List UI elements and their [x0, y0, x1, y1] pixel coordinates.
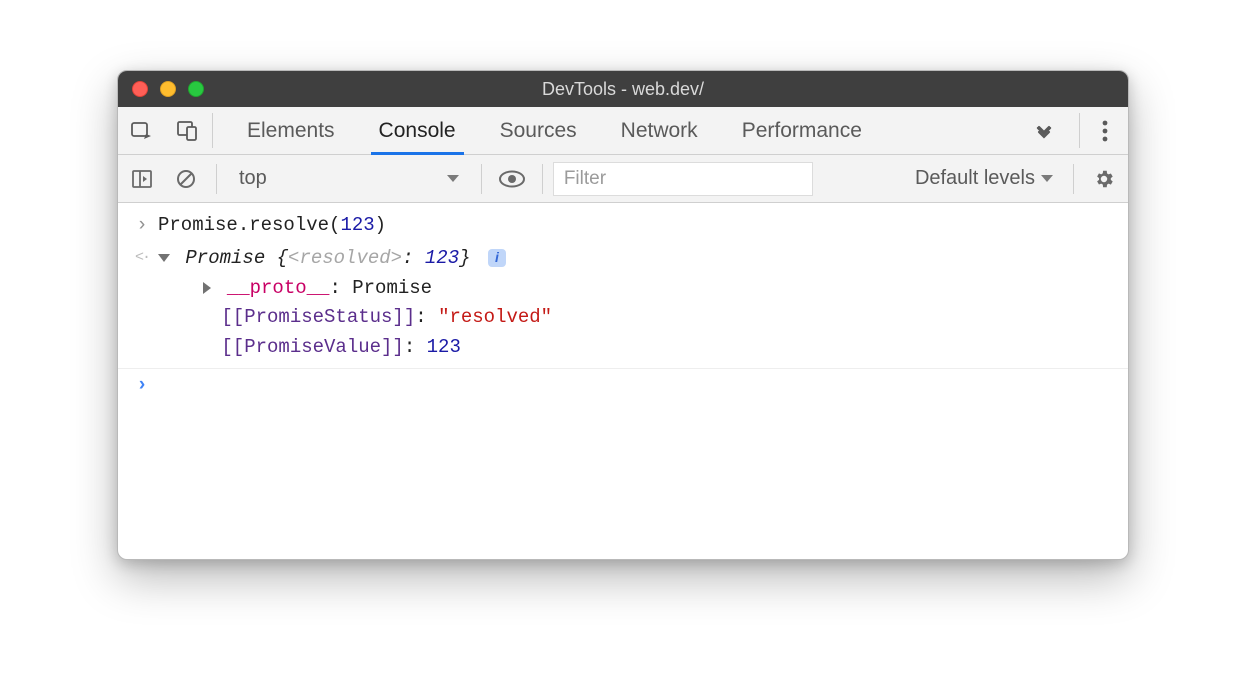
code-token: Promise.resolve	[158, 214, 329, 236]
code-token: [[PromiseStatus]]	[221, 306, 415, 328]
code-token: :	[329, 277, 352, 299]
tab-label: Sources	[500, 119, 577, 143]
tab-network[interactable]: Network	[599, 107, 720, 154]
code-token: :	[415, 306, 438, 328]
code-token: <resolved>	[288, 247, 402, 269]
tab-console[interactable]: Console	[357, 107, 478, 154]
clear-console-button[interactable]	[166, 159, 206, 199]
filter-input[interactable]	[553, 162, 813, 196]
prompt-marker-icon: ›	[126, 371, 158, 400]
tab-label: Elements	[247, 119, 335, 143]
info-icon[interactable]: i	[488, 249, 506, 267]
tab-elements[interactable]: Elements	[225, 107, 357, 154]
console-log-area: › Promise.resolve(123) <· Promise {<reso…	[118, 203, 1128, 403]
output-marker-icon: <·	[126, 246, 158, 364]
console-toolbar: top Default levels	[118, 155, 1128, 203]
code-token: :	[402, 247, 425, 269]
console-prompt-row: ›	[118, 369, 1128, 402]
customize-devtools-button[interactable]	[1082, 107, 1128, 154]
separator	[1079, 113, 1080, 148]
window-title: DevTools - web.dev/	[118, 79, 1128, 100]
code-token: Promise	[185, 247, 265, 269]
window-traffic-lights	[118, 81, 204, 97]
tab-performance[interactable]: Performance	[720, 107, 884, 154]
console-settings-button[interactable]	[1084, 159, 1124, 199]
panel-tabstrip: Elements Console Sources Network Perform…	[118, 107, 1128, 155]
expression-text: Promise.resolve(123)	[158, 211, 1118, 240]
console-input-echo: › Promise.resolve(123)	[118, 209, 1128, 242]
toggle-device-toolbar-icon[interactable]	[164, 107, 210, 154]
code-token: :	[404, 336, 427, 358]
separator	[212, 113, 213, 148]
minimize-window-button[interactable]	[160, 81, 176, 97]
code-token: 123	[427, 336, 461, 358]
code-token: __proto__	[227, 277, 330, 299]
devtools-window: DevTools - web.dev/ Elements Console S	[117, 70, 1129, 560]
code-token: [[PromiseValue]]	[221, 336, 403, 358]
tab-sources[interactable]: Sources	[478, 107, 599, 154]
log-levels-selector[interactable]: Default levels	[915, 167, 1063, 190]
zoom-window-button[interactable]	[188, 81, 204, 97]
console-result: <· Promise {<resolved>: 123} i __proto__…	[118, 242, 1128, 369]
code-token: (	[329, 214, 340, 236]
context-label: top	[239, 167, 267, 190]
tab-label: Network	[621, 119, 698, 143]
separator	[216, 164, 217, 194]
separator	[542, 164, 543, 194]
console-input[interactable]	[158, 371, 1118, 400]
code-token: {	[265, 247, 288, 269]
object-toggle[interactable]	[158, 247, 174, 269]
code-token: "resolved"	[438, 306, 552, 328]
triangle-right-icon	[203, 282, 211, 294]
panel-tabs: Elements Console Sources Network Perform…	[215, 107, 1031, 154]
inspect-element-icon[interactable]	[118, 107, 164, 154]
chevron-down-icon	[1041, 175, 1053, 182]
levels-label: Default levels	[915, 167, 1035, 190]
code-token: }	[459, 247, 470, 269]
tab-label: Performance	[742, 119, 862, 143]
triangle-down-icon	[158, 254, 170, 262]
result-content: Promise {<resolved>: 123} i __proto__: P…	[158, 244, 1118, 362]
code-token: Promise	[352, 277, 432, 299]
input-marker-icon: ›	[126, 211, 158, 240]
create-live-expression-button[interactable]	[492, 159, 532, 199]
execution-context-selector[interactable]: top	[227, 167, 471, 190]
code-token: 123	[340, 214, 374, 236]
proto-toggle[interactable]	[203, 277, 215, 299]
titlebar: DevTools - web.dev/	[118, 71, 1128, 107]
toggle-console-sidebar-button[interactable]	[122, 159, 162, 199]
chevron-down-icon	[447, 175, 459, 182]
code-token: )	[375, 214, 386, 236]
separator	[1073, 164, 1074, 194]
code-token: 123	[425, 247, 459, 269]
more-tabs-button[interactable]	[1031, 107, 1077, 154]
tab-label: Console	[379, 119, 456, 143]
separator	[481, 164, 482, 194]
close-window-button[interactable]	[132, 81, 148, 97]
